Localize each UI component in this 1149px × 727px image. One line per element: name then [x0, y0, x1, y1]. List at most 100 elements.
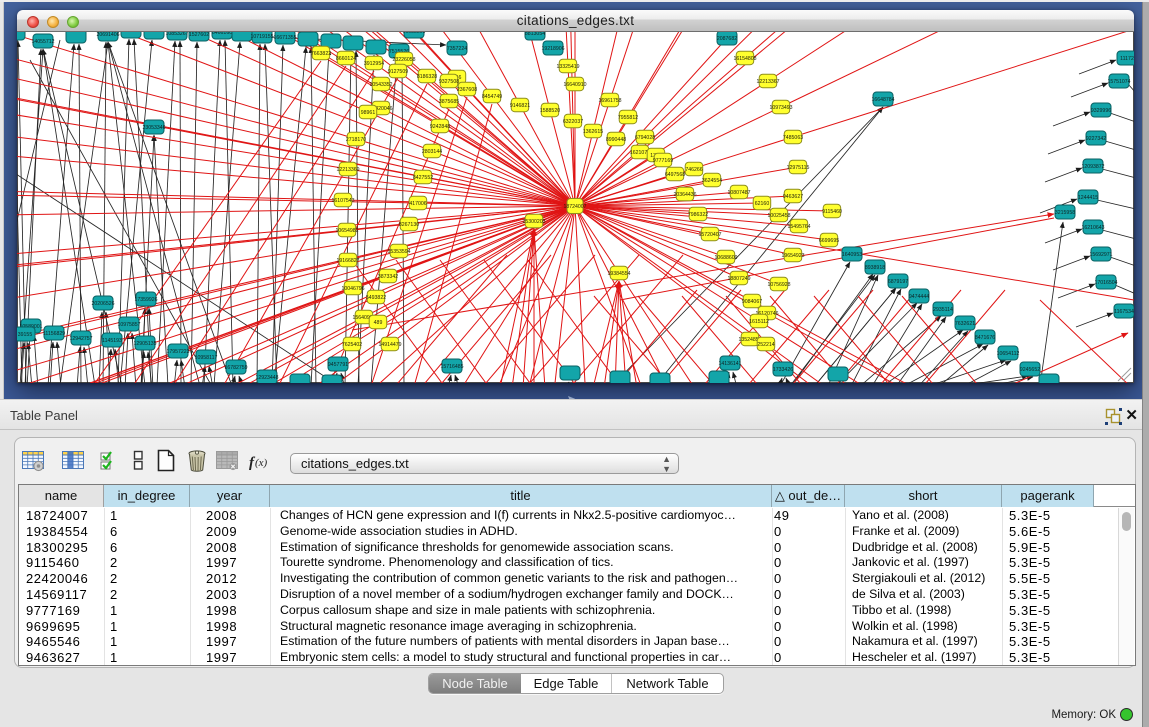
svg-text:2087682: 2087682: [717, 36, 737, 42]
svg-text:7663822: 7663822: [311, 51, 331, 57]
svg-text:10688609: 10688609: [714, 255, 737, 261]
svg-text:1244415: 1244415: [1078, 195, 1098, 201]
svg-text:10756928: 10756928: [767, 282, 790, 288]
svg-text:10025458: 10025458: [767, 213, 790, 219]
svg-text:9329996: 9329996: [1091, 108, 1111, 114]
svg-text:8660124: 8660124: [336, 56, 356, 62]
svg-text:15716485: 15716485: [440, 364, 463, 370]
svg-text:10975857: 10975857: [117, 322, 140, 328]
svg-text:20206526: 20206526: [91, 301, 114, 307]
svg-text:2718170: 2718170: [346, 137, 366, 143]
svg-text:14136141: 14136141: [718, 361, 741, 367]
svg-text:10807487: 10807487: [727, 190, 750, 196]
svg-text:10046796: 10046796: [341, 286, 364, 292]
svg-text:23226058: 23226058: [392, 57, 415, 63]
svg-text:16107543: 16107543: [331, 198, 354, 204]
svg-text:15692971: 15692971: [1089, 252, 1112, 258]
svg-text:9474444: 9474444: [909, 294, 929, 300]
svg-text:6466160: 6466160: [212, 32, 232, 36]
svg-text:746266: 746266: [685, 167, 702, 173]
svg-text:15353594: 15353594: [387, 249, 410, 255]
svg-text:1640953: 1640953: [842, 252, 862, 258]
svg-text:12905135: 12905135: [133, 341, 156, 347]
svg-text:489: 489: [374, 320, 383, 326]
svg-text:1733426: 1733426: [773, 367, 793, 373]
svg-text:16640910: 16640910: [563, 82, 586, 88]
svg-text:16961758: 16961758: [598, 98, 621, 104]
svg-text:10543352: 10543352: [369, 82, 392, 88]
svg-text:1527602: 1527602: [189, 32, 209, 38]
svg-text:9327508: 9327508: [439, 79, 459, 85]
svg-text:19384554: 19384554: [607, 271, 630, 277]
svg-text:9115460: 9115460: [822, 209, 842, 215]
svg-text:6879197: 6879197: [888, 279, 908, 285]
svg-text:8267130: 8267130: [399, 222, 419, 228]
svg-text:8471676: 8471676: [975, 335, 995, 341]
svg-text:15720407: 15720407: [698, 232, 721, 238]
svg-text:62160: 62160: [755, 201, 770, 207]
svg-text:19654923: 19654923: [781, 253, 804, 259]
svg-text:14914479: 14914479: [378, 342, 401, 348]
svg-text:5493822: 5493822: [366, 295, 386, 301]
svg-text:9242848: 9242848: [430, 124, 450, 130]
svg-text:13325419: 13325419: [556, 64, 579, 70]
svg-text:2935114: 2935114: [933, 307, 953, 313]
svg-text:25300203: 25300203: [522, 219, 545, 225]
svg-text:20364436: 20364436: [673, 192, 696, 198]
svg-text:3873342: 3873342: [378, 274, 398, 280]
svg-text:14055712: 14055712: [31, 39, 54, 45]
svg-text:10654982: 10654982: [335, 228, 358, 234]
svg-text:12093872: 12093872: [1081, 164, 1104, 170]
svg-text:9084067: 9084067: [742, 299, 762, 305]
svg-text:8454749: 8454749: [482, 94, 502, 100]
svg-text:1615112: 1615112: [749, 319, 769, 325]
svg-text:9127509: 9127509: [388, 69, 408, 75]
svg-text:12213367: 12213367: [756, 79, 779, 85]
svg-text:23053346: 23053346: [142, 125, 165, 131]
svg-text:12975115: 12975115: [787, 165, 810, 171]
svg-text:417006: 417006: [409, 201, 426, 207]
svg-text:10958117: 10958117: [195, 355, 218, 361]
svg-text:10719155: 10719155: [250, 34, 273, 40]
svg-text:19166827: 19166827: [336, 258, 359, 264]
svg-text:6794028: 6794028: [635, 135, 655, 141]
svg-text:18724007: 18724007: [563, 204, 586, 210]
svg-text:8990448: 8990448: [606, 137, 626, 143]
svg-text:3875685: 3875685: [439, 99, 459, 105]
svg-text:6322037: 6322037: [563, 119, 583, 125]
svg-text:8938918: 8938918: [865, 265, 885, 271]
svg-text:2367608: 2367608: [457, 87, 477, 93]
svg-text:16648784: 16648784: [871, 97, 894, 103]
svg-text:9245652: 9245652: [1020, 367, 1040, 373]
svg-text:3624554: 3624554: [702, 178, 722, 184]
svg-text:10853267: 10853267: [165, 32, 188, 37]
svg-text:11156829: 11156829: [43, 331, 65, 337]
svg-text:1145193: 1145193: [102, 338, 122, 344]
svg-text:9227342: 9227342: [1086, 136, 1106, 142]
svg-text:10973493: 10973493: [769, 105, 792, 111]
svg-text:17359926: 17359926: [134, 297, 157, 303]
svg-text:9777169: 9777169: [653, 158, 673, 164]
svg-text:252214: 252214: [757, 342, 774, 348]
svg-text:16033809: 16033809: [402, 32, 425, 35]
svg-text:10654112: 10654112: [997, 351, 1020, 357]
svg-text:17016504: 17016504: [1094, 280, 1117, 286]
svg-text:11172: 11172: [1120, 56, 1134, 62]
svg-text:19218906: 19218906: [541, 46, 564, 52]
svg-text:(x): (x): [255, 457, 268, 469]
svg-text:9146821: 9146821: [510, 103, 530, 109]
svg-text:9463627: 9463627: [783, 194, 803, 200]
svg-text:2803144: 2803144: [422, 149, 442, 155]
svg-text:16210643: 16210643: [1081, 225, 1104, 231]
svg-text:12942757: 12942757: [69, 336, 92, 342]
svg-text:39155: 39155: [18, 332, 33, 338]
svg-text:16671355: 16671355: [273, 35, 296, 41]
svg-text:7632621: 7632621: [955, 321, 975, 327]
svg-text:7986322: 7986322: [688, 212, 708, 218]
svg-text:15495764: 15495764: [787, 224, 810, 230]
svg-text:16782759: 16782759: [224, 365, 247, 371]
svg-text:1362615: 1362615: [583, 129, 603, 135]
svg-text:1588520: 1588520: [540, 108, 560, 114]
svg-text:8186328: 8186328: [417, 74, 437, 80]
svg-text:15751074: 15751074: [1107, 79, 1130, 85]
